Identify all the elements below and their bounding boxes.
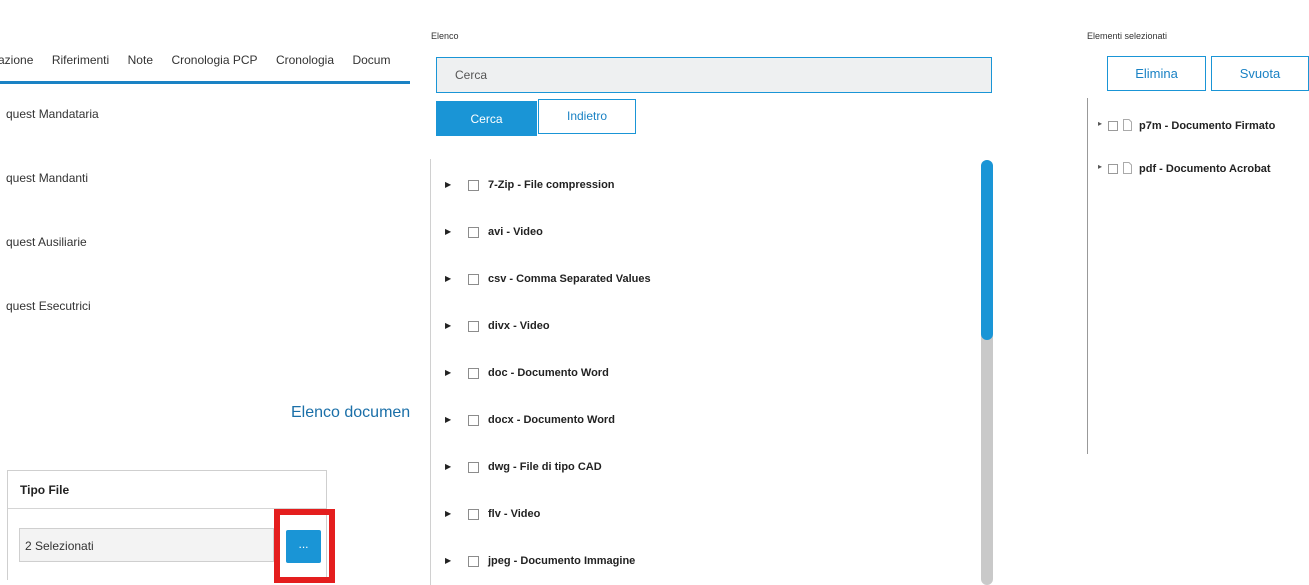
list-item-label: 7-Zip - File compression: [488, 179, 615, 191]
section-title: Elenco documen: [291, 404, 410, 421]
file-type-list: ▶ 7-Zip - File compression ▶ avi - Video…: [430, 159, 996, 585]
selected-item[interactable]: ▸ p7m - Documento Firmato: [1088, 116, 1309, 136]
expand-arrow-icon[interactable]: ▶: [445, 509, 451, 518]
list-item[interactable]: ▶ 7-Zip - File compression: [431, 176, 971, 198]
selected-item-label: pdf - Documento Acrobat: [1139, 163, 1271, 175]
list-item-label: jpeg - Documento Immagine: [488, 555, 636, 567]
list-item-label: flv - Video: [488, 508, 541, 520]
browse-button[interactable]: ...: [286, 530, 321, 563]
list-label: Elenco: [431, 31, 459, 41]
tipo-file-header: Tipo File: [8, 471, 326, 509]
checkbox-icon[interactable]: [468, 227, 479, 238]
checkbox-icon[interactable]: [468, 321, 479, 332]
checkbox-icon[interactable]: [468, 462, 479, 473]
expand-arrow-icon[interactable]: ▸: [1098, 119, 1102, 128]
list-item[interactable]: ▶ jpeg - Documento Immagine: [431, 552, 971, 574]
expand-arrow-icon[interactable]: ▶: [445, 321, 451, 330]
expand-arrow-icon[interactable]: ▶: [445, 462, 451, 471]
file-icon: [1123, 162, 1132, 174]
selected-item[interactable]: ▸ pdf - Documento Acrobat: [1088, 159, 1309, 179]
list-item-label: dwg - File di tipo CAD: [488, 461, 602, 473]
tab-cronologia-pcp[interactable]: Cronologia PCP: [171, 36, 257, 84]
checkbox-icon[interactable]: [468, 509, 479, 520]
tab-bar: utazione Riferimenti Note Cronologia PCP…: [0, 36, 410, 84]
checkbox-icon[interactable]: [1108, 121, 1118, 131]
clear-button[interactable]: Svuota: [1211, 56, 1309, 91]
list-item[interactable]: ▶ flv - Video: [431, 505, 971, 527]
back-button[interactable]: Indietro: [538, 99, 636, 134]
file-type-picker-dialog: Elenco Cerca Indietro ▶ 7-Zip - File com…: [410, 0, 1309, 585]
file-icon: [1123, 119, 1132, 131]
checkbox-icon[interactable]: [468, 274, 479, 285]
tab-note[interactable]: Note: [128, 36, 153, 84]
checkbox-icon[interactable]: [468, 415, 479, 426]
list-item[interactable]: ▶ avi - Video: [431, 223, 971, 245]
tipo-file-field[interactable]: 2 Selezionati: [19, 528, 274, 562]
list-item-label: avi - Video: [488, 226, 543, 238]
expand-arrow-icon[interactable]: ▶: [445, 415, 451, 424]
list-item[interactable]: ▶ docx - Documento Word: [431, 411, 971, 433]
tab-valutazione[interactable]: utazione: [0, 36, 33, 84]
row-mandanti: quest Mandanti: [6, 171, 89, 185]
row-ausiliarie: quest Ausiliarie: [6, 235, 87, 249]
list-item-label: doc - Documento Word: [488, 367, 609, 379]
row-esecutrici: quest Esecutrici: [6, 299, 91, 313]
selected-item-label: p7m - Documento Firmato: [1139, 120, 1276, 132]
checkbox-icon[interactable]: [468, 368, 479, 379]
list-item[interactable]: ▶ csv - Comma Separated Values: [431, 270, 971, 292]
selected-list: ▸ p7m - Documento Firmato ▸ pdf - Docume…: [1087, 98, 1309, 454]
checkbox-icon[interactable]: [468, 180, 479, 191]
expand-arrow-icon[interactable]: ▶: [445, 368, 451, 377]
tab-riferimenti[interactable]: Riferimenti: [52, 36, 109, 84]
expand-arrow-icon[interactable]: ▶: [445, 227, 451, 236]
checkbox-icon[interactable]: [1108, 164, 1118, 174]
tab-documenti[interactable]: Docum: [352, 36, 390, 84]
list-item-label: divx - Video: [488, 320, 550, 332]
expand-arrow-icon[interactable]: ▶: [445, 180, 451, 189]
expand-arrow-icon[interactable]: ▸: [1098, 162, 1102, 171]
search-button[interactable]: Cerca: [436, 101, 537, 136]
list-item[interactable]: ▶ doc - Documento Word: [431, 364, 971, 386]
delete-button[interactable]: Elimina: [1107, 56, 1206, 91]
checkbox-icon[interactable]: [468, 556, 479, 567]
tab-cronologia[interactable]: Cronologia: [276, 36, 334, 84]
list-item-label: docx - Documento Word: [488, 414, 615, 426]
list-item-label: csv - Comma Separated Values: [488, 273, 651, 285]
list-item[interactable]: ▶ divx - Video: [431, 317, 971, 339]
scrollbar-thumb[interactable]: [981, 160, 993, 340]
background-page: utazione Riferimenti Note Cronologia PCP…: [0, 0, 410, 585]
expand-arrow-icon[interactable]: ▶: [445, 274, 451, 283]
expand-arrow-icon[interactable]: ▶: [445, 556, 451, 565]
selected-label: Elementi selezionati: [1087, 31, 1168, 41]
row-mandataria: quest Mandataria: [6, 107, 99, 121]
list-item[interactable]: ▶ dwg - File di tipo CAD: [431, 458, 971, 480]
search-input[interactable]: [436, 57, 992, 93]
